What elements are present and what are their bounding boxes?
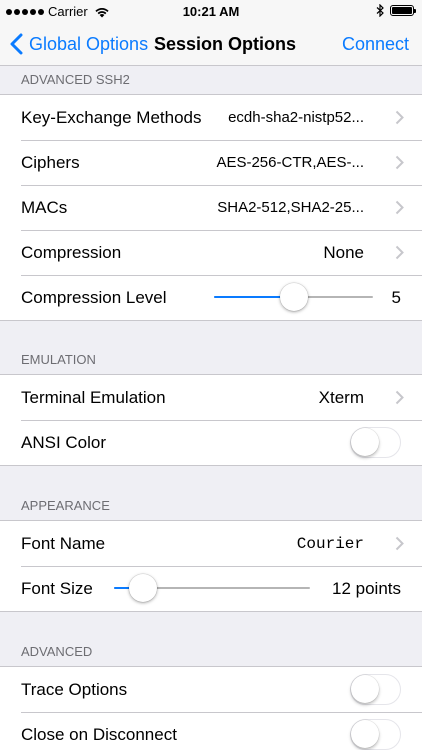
slider-thumb[interactable] — [129, 574, 158, 602]
emulation-group: Terminal Emulation Xterm ANSI Color — [0, 374, 422, 466]
font-size-row: Font Size 12 points — [0, 566, 422, 611]
slider-thumb[interactable] — [279, 283, 308, 311]
chevron-right-icon — [395, 110, 404, 125]
chevron-right-icon — [395, 200, 404, 215]
compression-label: Compression — [21, 242, 122, 262]
advanced-group: Trace Options Close on Disconnect — [0, 666, 422, 750]
appearance-group: Font Name Courier Font Size 12 points — [0, 520, 422, 612]
macs-row[interactable]: MACs SHA2-512,SHA2-25... — [0, 185, 422, 230]
chevron-right-icon — [395, 390, 404, 405]
ciphers-value: AES-256-CTR,AES-... — [216, 154, 364, 171]
navigation-bar: Global Options Session Options Connect — [0, 22, 422, 66]
font-name-row[interactable]: Font Name Courier — [0, 521, 422, 566]
status-bar: Carrier 10:21 AM — [0, 0, 422, 22]
ansi-color-row: ANSI Color — [0, 420, 422, 465]
trace-options-row: Trace Options — [0, 667, 422, 712]
bluetooth-icon — [376, 4, 384, 17]
close-on-disconnect-toggle[interactable] — [350, 719, 401, 750]
font-size-value: 12 points — [332, 578, 401, 598]
trace-options-toggle[interactable] — [350, 674, 401, 705]
ansi-color-toggle[interactable] — [350, 427, 401, 458]
back-button-label: Global Options — [29, 33, 149, 54]
compression-level-value: 5 — [391, 287, 401, 307]
font-name-label: Font Name — [21, 533, 106, 553]
macs-label: MACs — [21, 197, 68, 217]
compression-level-label: Compression Level — [21, 287, 167, 307]
ansi-color-label: ANSI Color — [21, 432, 107, 452]
connect-button[interactable]: Connect — [342, 22, 409, 66]
ssh2-group: Key-Exchange Methods ecdh-sha2-nistp52..… — [0, 94, 422, 321]
ciphers-label: Ciphers — [21, 152, 80, 172]
compression-row[interactable]: Compression None — [0, 230, 422, 275]
font-size-label: Font Size — [21, 578, 93, 598]
chevron-right-icon — [395, 245, 404, 260]
section-header-emulation: EMULATION — [21, 352, 96, 367]
page-title: Session Options — [154, 34, 297, 54]
terminal-emulation-row[interactable]: Terminal Emulation Xterm — [0, 375, 422, 420]
chevron-right-icon — [395, 536, 404, 551]
compression-level-row: Compression Level 5 — [0, 275, 422, 320]
key-exchange-value: ecdh-sha2-nistp52... — [228, 109, 364, 126]
status-right — [376, 4, 416, 17]
font-size-slider[interactable] — [114, 574, 310, 602]
terminal-emulation-label: Terminal Emulation — [21, 387, 166, 407]
close-on-disconnect-row: Close on Disconnect — [0, 712, 422, 750]
trace-options-label: Trace Options — [21, 679, 128, 699]
close-on-disconnect-label: Close on Disconnect — [21, 724, 177, 744]
key-exchange-row[interactable]: Key-Exchange Methods ecdh-sha2-nistp52..… — [0, 95, 422, 140]
ciphers-row[interactable]: Ciphers AES-256-CTR,AES-... — [0, 140, 422, 185]
compression-level-slider[interactable] — [214, 283, 373, 311]
macs-value: SHA2-512,SHA2-25... — [217, 199, 364, 216]
battery-icon — [390, 5, 416, 16]
terminal-emulation-value: Xterm — [318, 387, 364, 407]
section-header-advanced: ADVANCED — [21, 644, 93, 659]
section-header-appearance: APPEARANCE — [21, 498, 110, 513]
section-header-ssh2: ADVANCED SSH2 — [21, 72, 130, 87]
compression-value: None — [323, 242, 364, 262]
font-name-value: Courier — [296, 534, 364, 553]
clock: 10:21 AM — [182, 4, 240, 19]
back-button[interactable]: Global Options — [10, 22, 148, 66]
chevron-left-icon — [10, 33, 23, 55]
chevron-right-icon — [395, 155, 404, 170]
key-exchange-label: Key-Exchange Methods — [21, 107, 202, 127]
